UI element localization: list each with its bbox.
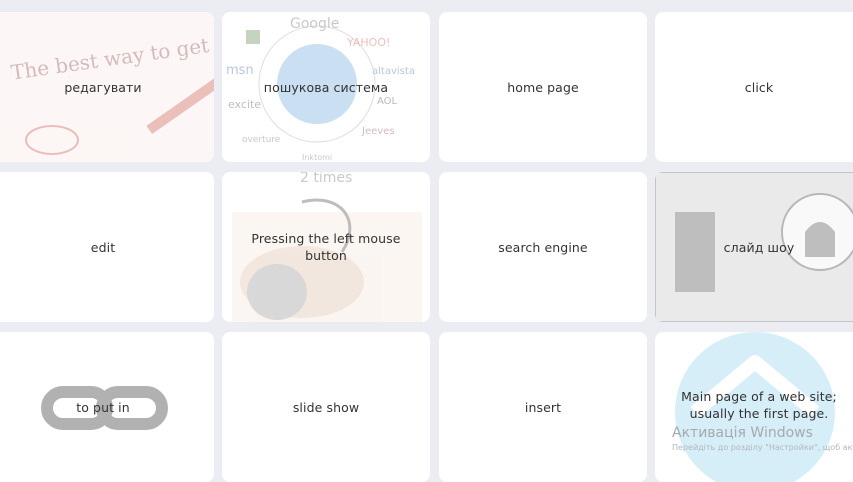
card-search-engine[interactable]: search engine	[439, 172, 647, 322]
logo-aol: AOL	[377, 96, 398, 107]
logo-excite: excite	[228, 98, 261, 111]
card-label: insert	[524, 399, 562, 415]
card-label: пошукова система	[263, 79, 389, 95]
card-label: home page	[507, 79, 579, 95]
logo-msn: msn	[226, 63, 254, 78]
card-edit-ukrainian[interactable]: The best way to get a you learn on the y…	[0, 12, 214, 162]
card-label: слайд шоу	[723, 239, 795, 255]
card-click[interactable]: click	[655, 12, 853, 162]
card-label: search engine	[498, 239, 588, 255]
card-label: slide show	[292, 399, 360, 415]
watermark-title: Активація Windows	[672, 425, 813, 441]
card-slide-show[interactable]: slide show	[222, 332, 430, 482]
windows-activation-watermark: Активація Windows Перейдіть до розділу "…	[672, 425, 853, 453]
matching-grid: The best way to get a you learn on the y…	[0, 0, 853, 482]
logo-overture: overture	[242, 135, 281, 145]
card-main-page[interactable]: Main page of a web site; usually the fir…	[655, 332, 853, 482]
logo-google: Google	[290, 16, 339, 32]
card-label: Pressing the left mouse button	[251, 231, 401, 263]
card-to-put-in[interactable]: to put in	[0, 332, 214, 482]
logo-yahoo: YAHOO!	[346, 36, 390, 49]
watermark-subtitle: Перейдіть до розділу "Настройки", щоб ак…	[672, 443, 853, 452]
card-label: click	[744, 79, 774, 95]
card-home-page[interactable]: home page	[439, 12, 647, 162]
card-insert[interactable]: insert	[439, 332, 647, 482]
card-label: Main page of a web site; usually the fir…	[681, 389, 837, 421]
mouse-caption: 2 times	[300, 172, 352, 186]
card-search-engine-ukrainian[interactable]: Google YAHOO! msn altavista excite AOL o…	[222, 12, 430, 162]
logo-inktomi: Inktomi	[302, 153, 332, 162]
logo-jeeves: Jeeves	[361, 126, 395, 137]
card-label: редагувати	[64, 79, 142, 95]
card-label: to put in	[76, 399, 130, 415]
card-slide-show-ukrainian[interactable]: слайд шоу	[655, 172, 853, 322]
logo-altavista: altavista	[372, 66, 415, 77]
card-pressing-left-mouse[interactable]: 2 times Pressing the left mouse button	[222, 172, 430, 322]
card-edit[interactable]: edit	[0, 172, 214, 322]
card-label: edit	[90, 239, 116, 255]
